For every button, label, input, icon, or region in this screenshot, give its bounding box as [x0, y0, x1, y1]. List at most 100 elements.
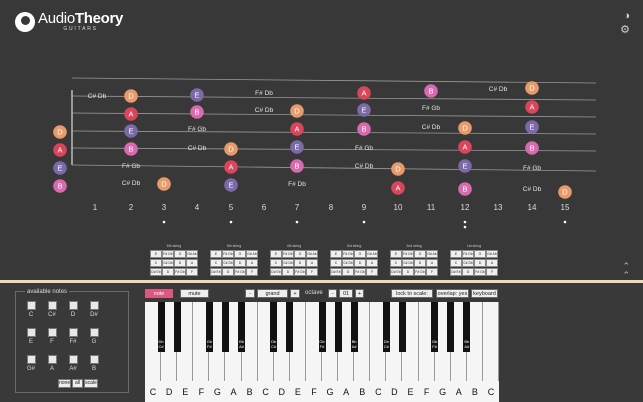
- string-table-cell[interactable]: F: [306, 268, 318, 276]
- overlap-button[interactable]: overlap: yes: [436, 289, 469, 298]
- black-key[interactable]: Bb A#: [350, 302, 358, 352]
- scale-button[interactable]: scale: [84, 379, 98, 388]
- note-checkbox[interactable]: [90, 328, 99, 337]
- note-marker[interactable]: A: [458, 140, 472, 154]
- string-table-cell[interactable]: F# Gb: [174, 268, 186, 276]
- fretboard-svg[interactable]: DAEBDAEBDEBDAEDAEBAEBDABDAEBDAEBDC# DbF#…: [0, 60, 643, 230]
- all-button[interactable]: all: [72, 379, 83, 388]
- string-table-cell[interactable]: C# Db: [222, 259, 234, 267]
- string-table-cell[interactable]: A: [366, 259, 378, 267]
- black-key[interactable]: Db C#: [270, 302, 278, 352]
- note-checkbox[interactable]: [27, 301, 36, 310]
- note-marker[interactable]: E: [224, 178, 238, 192]
- note-marker[interactable]: B: [424, 84, 438, 98]
- string-table-cell[interactable]: F# Gb: [402, 250, 414, 258]
- note-marker[interactable]: D: [224, 142, 238, 156]
- note-marker[interactable]: B: [190, 105, 204, 119]
- note-checkbox[interactable]: [90, 301, 99, 310]
- mute-button[interactable]: mute: [180, 289, 209, 298]
- black-key[interactable]: Gb F#: [205, 302, 213, 352]
- note-marker[interactable]: A: [290, 122, 304, 136]
- instrument-prev-button[interactable]: -: [245, 289, 255, 298]
- string-table-cell[interactable]: D: [282, 268, 294, 276]
- note-marker[interactable]: D: [525, 81, 539, 95]
- note-marker[interactable]: D: [458, 121, 472, 135]
- note-checkbox[interactable]: [27, 355, 36, 364]
- white-key[interactable]: [482, 302, 499, 381]
- string-table-cell[interactable]: A: [426, 259, 438, 267]
- string-table-cell[interactable]: D: [342, 268, 354, 276]
- string-table-cell[interactable]: F# Gb: [462, 250, 474, 258]
- note-checkbox[interactable]: [69, 355, 78, 364]
- string-table-cell[interactable]: D: [294, 259, 306, 267]
- string-table-cell[interactable]: G# Ab: [366, 250, 378, 258]
- string-table-cell[interactable]: D# Eb: [210, 268, 222, 276]
- note-marker[interactable]: A: [53, 143, 67, 157]
- note-checkbox[interactable]: [48, 355, 57, 364]
- note-checkbox[interactable]: [48, 328, 57, 337]
- string-table-cell[interactable]: G: [354, 250, 366, 258]
- piano-keyboard[interactable]: CDEFGABCDEFGABCDEFGABC Db C# Gb F# Bb A# Db C# G…: [145, 302, 499, 402]
- string-table-cell[interactable]: G: [294, 250, 306, 258]
- string-table-cell[interactable]: A: [246, 259, 258, 267]
- string-table-cell[interactable]: D: [354, 259, 366, 267]
- string-table-cell[interactable]: G: [414, 250, 426, 258]
- string-table-cell[interactable]: D# Eb: [270, 268, 282, 276]
- string-table-cell[interactable]: C# Db: [282, 259, 294, 267]
- note-marker[interactable]: B: [525, 141, 539, 155]
- string-table-cell[interactable]: F# Gb: [234, 268, 246, 276]
- string-table-cell[interactable]: D# Eb: [330, 268, 342, 276]
- black-key[interactable]: Db C#: [382, 302, 390, 352]
- string-table-cell[interactable]: F: [246, 268, 258, 276]
- note-marker[interactable]: A: [224, 160, 238, 174]
- note-marker[interactable]: E: [53, 161, 67, 175]
- note-checkbox[interactable]: [69, 328, 78, 337]
- string-table-cell[interactable]: D: [162, 268, 174, 276]
- octave-up-button[interactable]: +: [355, 289, 364, 298]
- string-table-cell[interactable]: F: [426, 268, 438, 276]
- black-key[interactable]: Bb A#: [238, 302, 246, 352]
- string-table-cell[interactable]: F: [366, 268, 378, 276]
- note-marker[interactable]: E: [458, 159, 472, 173]
- string-table-cell[interactable]: E: [210, 250, 222, 258]
- octave-down-button[interactable]: -: [328, 289, 337, 298]
- string-table-cell[interactable]: C# Db: [462, 259, 474, 267]
- note-checkbox[interactable]: [90, 355, 99, 364]
- note-marker[interactable]: D: [391, 162, 405, 176]
- black-key[interactable]: Db C#: [157, 302, 165, 352]
- note-marker[interactable]: D: [157, 177, 171, 191]
- string-table-cell[interactable]: C: [450, 259, 462, 267]
- string-table-cell[interactable]: A: [306, 259, 318, 267]
- lock-to-scale-button[interactable]: lock to scale: yes: [391, 289, 433, 306]
- note-checkbox[interactable]: [69, 301, 78, 310]
- note-marker[interactable]: B: [124, 142, 138, 156]
- note-marker[interactable]: E: [124, 124, 138, 138]
- string-table-cell[interactable]: C# Db: [342, 259, 354, 267]
- note-marker[interactable]: B: [290, 159, 304, 173]
- string-table-cell[interactable]: D# Eb: [450, 268, 462, 276]
- string-table-cell[interactable]: G# Ab: [186, 250, 198, 258]
- string-table-cell[interactable]: D: [234, 259, 246, 267]
- black-key[interactable]: [447, 302, 455, 352]
- string-table-cell[interactable]: F# Gb: [282, 250, 294, 258]
- string-table-cell[interactable]: F# Gb: [354, 268, 366, 276]
- string-table-cell[interactable]: F# Gb: [414, 268, 426, 276]
- string-table-cell[interactable]: A: [486, 259, 498, 267]
- string-table-cell[interactable]: G: [234, 250, 246, 258]
- string-table-cell[interactable]: F: [186, 268, 198, 276]
- string-table-cell[interactable]: D: [414, 259, 426, 267]
- black-key[interactable]: Gb F#: [431, 302, 439, 352]
- note-marker[interactable]: A: [357, 86, 371, 100]
- note-marker[interactable]: A: [391, 181, 405, 195]
- string-table-cell[interactable]: D: [474, 259, 486, 267]
- black-key[interactable]: [221, 302, 229, 352]
- note-marker[interactable]: E: [525, 120, 539, 134]
- string-table-cell[interactable]: C: [210, 259, 222, 267]
- none-button[interactable]: none: [58, 379, 71, 388]
- string-table-cell[interactable]: F# Gb: [222, 250, 234, 258]
- black-key[interactable]: [286, 302, 294, 352]
- black-key[interactable]: Gb F#: [318, 302, 326, 352]
- string-table-cell[interactable]: E: [150, 250, 162, 258]
- black-key[interactable]: Bb A#: [463, 302, 471, 352]
- string-table-cell[interactable]: G# Ab: [246, 250, 258, 258]
